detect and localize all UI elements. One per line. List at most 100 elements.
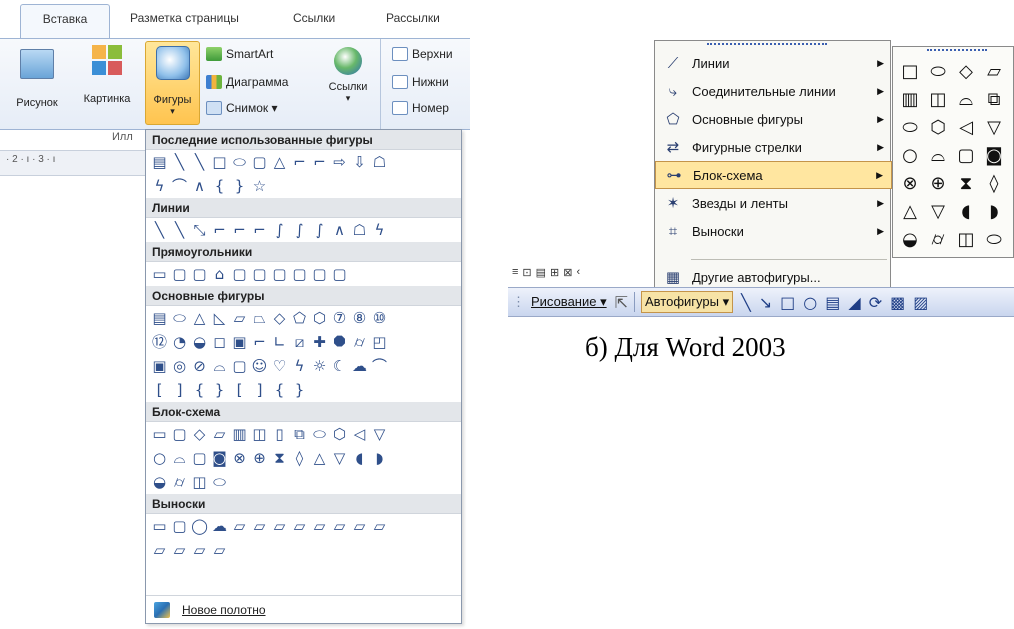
shape-item[interactable]: ⌐ <box>250 332 269 352</box>
tab-references[interactable]: Ссылки <box>293 11 335 25</box>
picture-button[interactable]: Рисунок <box>12 49 62 109</box>
shape-item[interactable]: ⬡ <box>330 424 349 444</box>
shape-item[interactable]: ☼ <box>310 356 329 376</box>
shape-item[interactable]: ⧗ <box>270 448 289 468</box>
shape-item[interactable]: ] <box>170 380 189 400</box>
drawing-tool-icon[interactable]: ⟳ <box>869 293 882 312</box>
flowchart-shape[interactable]: ◗ <box>981 199 1007 225</box>
shape-item[interactable]: ▯ <box>270 424 289 444</box>
shape-item[interactable]: ⏥ <box>270 516 289 536</box>
shape-item[interactable]: ∟ <box>270 332 289 352</box>
shape-item[interactable]: ▢ <box>270 264 289 284</box>
clipart-button[interactable]: Картинка <box>74 45 140 105</box>
flowchart-shape[interactable]: ⌭ <box>925 227 951 253</box>
shape-item[interactable]: ☺ <box>250 356 269 376</box>
shape-item[interactable]: ⌓ <box>210 356 229 376</box>
flowchart-shape[interactable]: ⬭ <box>925 59 951 85</box>
shape-item[interactable]: ⌭ <box>350 332 369 352</box>
shape-item[interactable]: ╲ <box>170 220 189 240</box>
shape-item[interactable]: ⌐ <box>290 152 309 172</box>
footer-button[interactable]: Нижни <box>392 75 449 89</box>
drawing-tool-icon[interactable]: ↘ <box>759 293 772 312</box>
shape-item[interactable]: ⇩ <box>350 152 369 172</box>
flowchart-shape[interactable]: ▥ <box>897 87 923 113</box>
shape-item[interactable]: ⌒ <box>170 176 189 196</box>
shape-item[interactable]: ⊕ <box>250 448 269 468</box>
shape-item[interactable]: ⌂ <box>210 264 229 284</box>
menu-item[interactable]: ⊶ Блок-схема ▶ <box>655 161 892 189</box>
shape-item[interactable]: ϟ <box>370 220 389 240</box>
view-mode-icon[interactable]: ▤ <box>536 266 546 279</box>
flowchart-shape[interactable]: ⬭ <box>897 115 923 141</box>
drawing-tool-icon[interactable]: ▤ <box>825 293 840 312</box>
new-canvas-item[interactable]: Новое полотно <box>146 595 461 623</box>
shape-item[interactable]: ▢ <box>170 516 189 536</box>
shape-item[interactable]: ∫ <box>310 220 329 240</box>
shape-item[interactable]: ◫ <box>190 472 209 492</box>
shape-item[interactable]: ⑧ <box>350 308 369 328</box>
shape-item[interactable]: ▤ <box>150 152 169 172</box>
flowchart-shape[interactable]: ◁ <box>953 115 979 141</box>
shape-item[interactable]: ⧄ <box>290 332 309 352</box>
shape-item[interactable]: ◯ <box>190 516 209 536</box>
shape-item[interactable]: ▢ <box>310 264 329 284</box>
shape-item[interactable]: ⊗ <box>230 448 249 468</box>
shape-item[interactable]: ⏥ <box>210 540 229 560</box>
shape-item[interactable]: □ <box>210 152 229 172</box>
shape-item[interactable]: ◁ <box>350 424 369 444</box>
shape-item[interactable]: ◒ <box>150 472 169 492</box>
drawing-tool-icon[interactable]: ▩ <box>890 293 905 312</box>
shape-item[interactable]: ▢ <box>190 264 209 284</box>
flowchart-shape[interactable]: ◫ <box>953 227 979 253</box>
shape-item[interactable]: ϟ <box>150 176 169 196</box>
shape-item[interactable]: ◫ <box>250 424 269 444</box>
shape-item[interactable]: ⌐ <box>230 220 249 240</box>
flowchart-shape[interactable]: ▢ <box>953 143 979 169</box>
shape-item[interactable]: ⯃ <box>330 332 349 352</box>
flowchart-shape[interactable]: □ <box>897 59 923 85</box>
toolbar-grip[interactable]: ⋮ <box>512 294 525 310</box>
shape-item[interactable]: ⌓ <box>170 448 189 468</box>
flowchart-shape[interactable]: ◒ <box>897 227 923 253</box>
shape-item[interactable]: ⏥ <box>330 516 349 536</box>
shape-item[interactable]: ] <box>250 380 269 400</box>
menu-item[interactable]: ⟋ Линии ▶ <box>655 49 892 77</box>
drawing-tool-icon[interactable]: ◢ <box>848 293 860 312</box>
shape-item[interactable]: ☁ <box>210 516 229 536</box>
shape-item[interactable]: ⏥ <box>150 540 169 560</box>
shape-item[interactable]: ╲ <box>190 152 209 172</box>
shape-item[interactable]: ⬡ <box>310 308 329 328</box>
shape-item[interactable]: ⏥ <box>250 516 269 536</box>
shape-item[interactable]: } <box>230 176 249 196</box>
shape-item[interactable]: ▢ <box>290 264 309 284</box>
shape-item[interactable]: ⬭ <box>170 308 189 328</box>
shape-item[interactable]: ◙ <box>210 448 229 468</box>
shape-item[interactable]: ▢ <box>230 356 249 376</box>
shape-item[interactable]: ▢ <box>190 448 209 468</box>
submenu-grip[interactable] <box>927 49 987 51</box>
shape-item[interactable]: ⑫ <box>150 332 169 352</box>
shape-item[interactable]: ◖ <box>350 448 369 468</box>
flowchart-shape[interactable]: ⊗ <box>897 171 923 197</box>
shape-item[interactable]: } <box>290 380 309 400</box>
shape-item[interactable]: [ <box>150 380 169 400</box>
shape-item[interactable]: ∧ <box>330 220 349 240</box>
drawing-tool-icon[interactable]: ╲ <box>741 293 751 312</box>
flowchart-shape[interactable]: ⧗ <box>953 171 979 197</box>
shape-item[interactable]: ▢ <box>170 424 189 444</box>
shape-item[interactable]: ◇ <box>190 424 209 444</box>
menu-grip[interactable] <box>707 43 827 47</box>
shape-item[interactable]: ▢ <box>250 264 269 284</box>
flowchart-shape[interactable]: ○ <box>897 143 923 169</box>
shape-item[interactable]: ⏥ <box>310 516 329 536</box>
view-mode-icon[interactable]: ‹ <box>576 266 580 278</box>
shape-item[interactable]: ⏥ <box>170 540 189 560</box>
view-mode-icon[interactable]: ≡ <box>512 266 518 278</box>
shape-item[interactable]: △ <box>190 308 209 328</box>
shape-item[interactable]: ▭ <box>150 264 169 284</box>
shape-item[interactable]: ▤ <box>150 308 169 328</box>
shape-item[interactable]: ▢ <box>230 264 249 284</box>
tab-insert[interactable]: Вставка <box>20 4 110 39</box>
flowchart-shape[interactable]: ⌓ <box>953 87 979 113</box>
drawing-tool-icon[interactable]: ▨ <box>913 293 928 312</box>
